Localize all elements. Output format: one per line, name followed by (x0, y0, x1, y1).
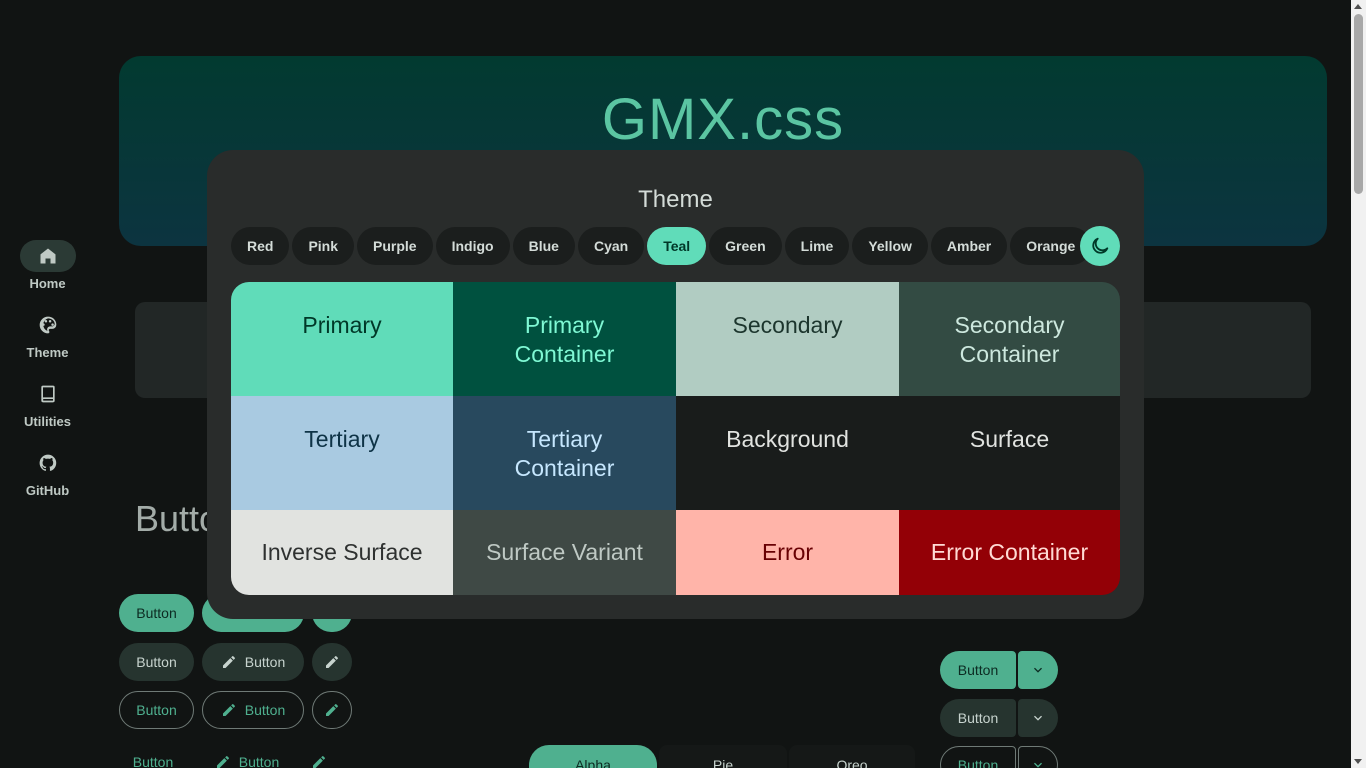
swatch-primary-container: Primary Container (453, 282, 676, 396)
moon-icon (1092, 237, 1109, 254)
chip-amber[interactable]: Amber (930, 227, 1008, 265)
chip-green[interactable]: Green (709, 227, 782, 265)
scroll-down-arrow-icon[interactable] (1354, 759, 1362, 764)
chip-lime[interactable]: Lime (784, 227, 850, 265)
tonal-button[interactable]: Button (119, 643, 194, 681)
chevron-down-icon (1034, 715, 1042, 721)
nav-item-label: GitHub (25, 483, 70, 498)
tonal-edit-icon-button[interactable] (312, 643, 352, 681)
color-swatch-grid: Primary Primary Container Secondary Seco… (231, 282, 1120, 595)
swatch-surface-variant: Surface Variant (453, 510, 676, 595)
swatch-tertiary: Tertiary (231, 396, 453, 510)
navigation-rail: Home Theme Utilities GitHub (0, 240, 95, 516)
chevron-down-icon (1034, 762, 1042, 768)
swatch-error-container: Error Container (899, 510, 1120, 595)
chip-teal[interactable]: Teal (647, 227, 707, 265)
nav-item-label: Utilities (24, 414, 71, 429)
split-button-tonal-dropdown[interactable] (1018, 699, 1058, 737)
nav-item-label: Theme (26, 345, 69, 360)
chevron-down-icon (1034, 667, 1042, 673)
split-button-filled[interactable]: Button (940, 651, 1016, 689)
outlined-button[interactable]: Button (119, 691, 194, 729)
swatch-secondary-container: Secondary Container (899, 282, 1120, 396)
book-icon (20, 378, 76, 410)
hero-title: GMX.css (601, 87, 845, 152)
text-icon-button-label: Button (238, 754, 280, 768)
scrollbar-thumb[interactable] (1354, 14, 1363, 194)
home-icon (19, 240, 76, 272)
swatch-inverse-surface: Inverse Surface (231, 510, 453, 595)
scroll-up-arrow-icon[interactable] (1354, 4, 1362, 9)
github-icon (20, 447, 76, 479)
text-button[interactable]: Button (119, 743, 187, 768)
tonal-icon-button-label: Button (244, 654, 286, 670)
outlined-icon-button[interactable]: Button (202, 691, 304, 729)
tonal-icon-button[interactable]: Button (202, 643, 304, 681)
pencil-icon (326, 704, 338, 716)
swatch-background: Background (676, 396, 899, 510)
swatch-primary: Primary (231, 282, 453, 396)
outlined-edit-icon-button[interactable] (312, 691, 352, 729)
chip-cyan[interactable]: Cyan (577, 227, 645, 265)
pencil-icon (222, 704, 235, 716)
nav-item-label: Home (29, 276, 66, 291)
nav-item-github[interactable]: GitHub (0, 447, 95, 516)
palette-icon (20, 309, 76, 341)
pencil-icon (222, 656, 235, 668)
theme-dialog-title: Theme (638, 186, 713, 213)
swatch-surface: Surface (899, 396, 1120, 510)
theme-color-chips: Red Pink Purple Indigo Blue Cyan Teal Gr… (231, 227, 1092, 265)
pencil-icon (313, 756, 325, 768)
split-button-outlined[interactable]: Button (940, 746, 1016, 768)
split-button-outlined-dropdown[interactable] (1018, 746, 1058, 768)
segment-oreo[interactable]: Oreo (789, 745, 915, 768)
chip-blue[interactable]: Blue (512, 227, 575, 265)
chip-red[interactable]: Red (231, 227, 290, 265)
swatch-tertiary-container: Tertiary Container (453, 396, 676, 510)
outlined-icon-button-label: Button (244, 702, 286, 718)
nav-item-home[interactable]: Home (0, 240, 95, 309)
segment-alpha[interactable]: Alpha (529, 745, 657, 768)
split-button-tonal[interactable]: Button (940, 699, 1016, 737)
chip-yellow[interactable]: Yellow (852, 227, 928, 265)
text-icon-button[interactable]: Button (202, 743, 292, 768)
swatch-secondary: Secondary (676, 282, 899, 396)
nav-item-theme[interactable]: Theme (0, 309, 95, 378)
theme-dialog: Theme Red Pink Purple Indigo Blue Cyan T… (207, 150, 1144, 619)
text-edit-icon-button[interactable] (303, 743, 335, 768)
pencil-icon (326, 656, 338, 668)
chip-pink[interactable]: Pink (292, 227, 355, 265)
page-scrollbar[interactable] (1351, 0, 1366, 768)
split-button-filled-dropdown[interactable] (1018, 651, 1058, 689)
filled-button[interactable]: Button (119, 594, 194, 632)
nav-item-utilities[interactable]: Utilities (0, 378, 95, 447)
chip-indigo[interactable]: Indigo (435, 227, 510, 265)
chip-purple[interactable]: Purple (357, 227, 433, 265)
dark-mode-toggle[interactable] (1080, 226, 1120, 266)
pencil-icon (216, 756, 229, 768)
segment-pie[interactable]: Pie (659, 745, 787, 768)
swatch-error: Error (676, 510, 899, 595)
